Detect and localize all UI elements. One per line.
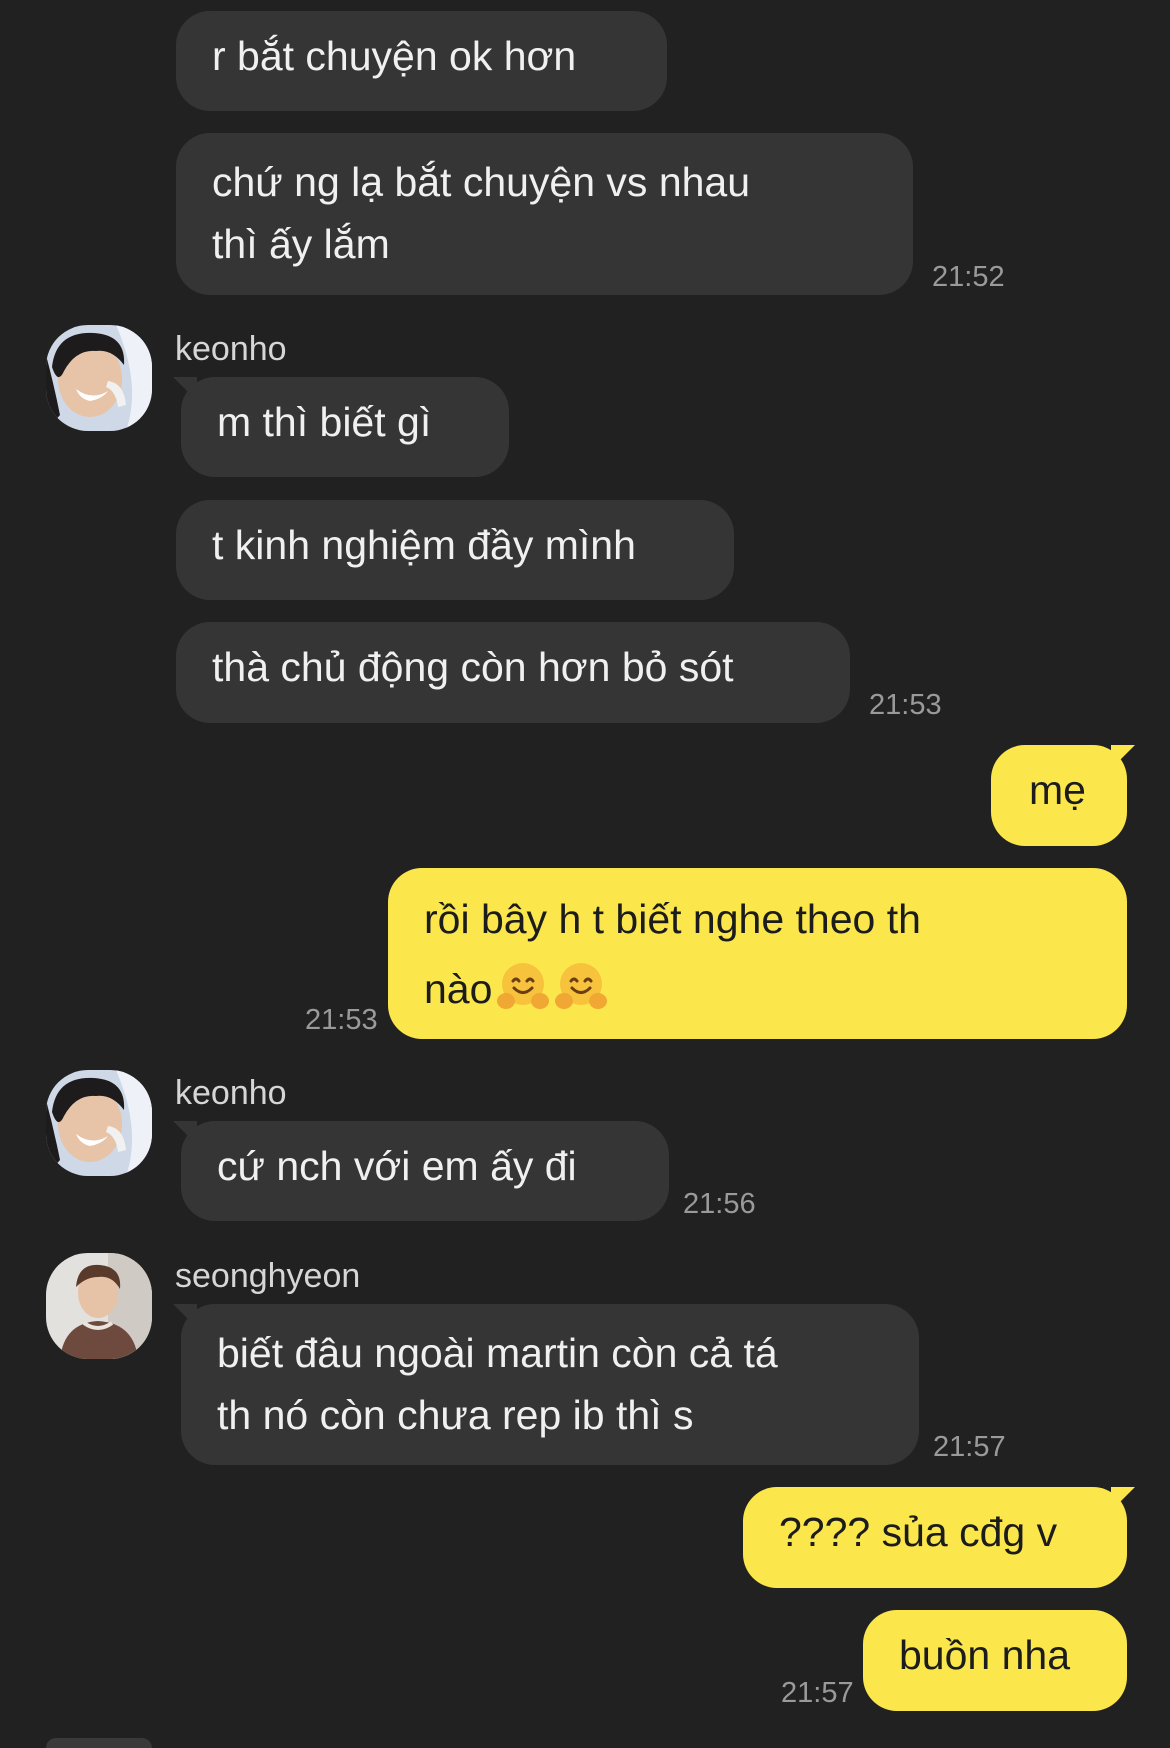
message-text-line: nào (424, 954, 1091, 1024)
incoming-message-bubble[interactable]: r bắt chuyện ok hơn (176, 11, 667, 111)
message-timestamp: 21:57 (781, 1677, 854, 1709)
message-text: cứ nch với em ấy đi (217, 1143, 577, 1189)
message-text: m thì biết gì (217, 399, 432, 445)
message-text: ???? sủa cđg v (779, 1509, 1058, 1555)
message-timestamp: 21:56 (683, 1188, 756, 1220)
sender-name: keonho (175, 1074, 287, 1112)
avatar-photo (46, 1253, 152, 1359)
avatar-partial[interactable] (46, 1738, 152, 1748)
incoming-message-bubble[interactable]: m thì biết gì (181, 377, 509, 477)
message-timestamp: 21:57 (933, 1431, 1006, 1463)
avatar-keonho[interactable] (46, 325, 152, 431)
message-text-line: rồi bây h t biết nghe theo th (424, 896, 921, 942)
avatar-photo (46, 325, 152, 431)
message-text-line: th nó còn chưa rep ib thì s (217, 1392, 694, 1438)
message-text: mẹ (1029, 767, 1086, 813)
message-text-line: chứ ng lạ bắt chuyện vs nhau (212, 159, 751, 205)
message-timestamp: 21:53 (305, 1004, 378, 1036)
outgoing-message-bubble[interactable]: rồi bây h t biết nghe theo th nào (388, 868, 1127, 1039)
sender-name: keonho (175, 330, 287, 368)
outgoing-message-bubble[interactable]: mẹ (991, 745, 1127, 846)
avatar-photo (46, 1070, 152, 1176)
message-text: r bắt chuyện ok hơn (212, 33, 577, 79)
message-text: buồn nha (899, 1632, 1071, 1678)
incoming-message-bubble[interactable]: t kinh nghiệm đầy mình (176, 500, 734, 600)
hugging-face-emoji-icon (496, 959, 550, 1013)
incoming-message-bubble[interactable]: biết đâu ngoài martin còn cả tá th nó cò… (181, 1304, 919, 1465)
incoming-message-bubble[interactable]: chứ ng lạ bắt chuyện vs nhau thì ấy lắm (176, 133, 913, 295)
message-text: nào (424, 966, 493, 1012)
sender-name: seonghyeon (175, 1257, 361, 1295)
avatar-keonho[interactable] (46, 1070, 152, 1176)
message-text-line: biết đâu ngoài martin còn cả tá (217, 1330, 778, 1376)
outgoing-message-bubble[interactable]: ???? sủa cđg v (743, 1487, 1127, 1588)
hugging-face-emoji-icon (554, 959, 608, 1013)
message-text: thà chủ động còn hơn bỏ sót (212, 644, 734, 690)
message-text: t kinh nghiệm đầy mình (212, 522, 636, 568)
incoming-message-bubble[interactable]: thà chủ động còn hơn bỏ sót (176, 622, 850, 723)
message-timestamp: 21:53 (869, 689, 942, 721)
outgoing-message-bubble[interactable]: buồn nha (863, 1610, 1127, 1711)
chat-screen: { "messages": [ {"text": "r bắt chuyện o… (0, 0, 1170, 1748)
avatar-seonghyeon[interactable] (46, 1253, 152, 1359)
incoming-message-bubble[interactable]: cứ nch với em ấy đi (181, 1121, 669, 1221)
message-timestamp: 21:52 (932, 261, 1005, 293)
message-text-line: thì ấy lắm (212, 221, 390, 267)
